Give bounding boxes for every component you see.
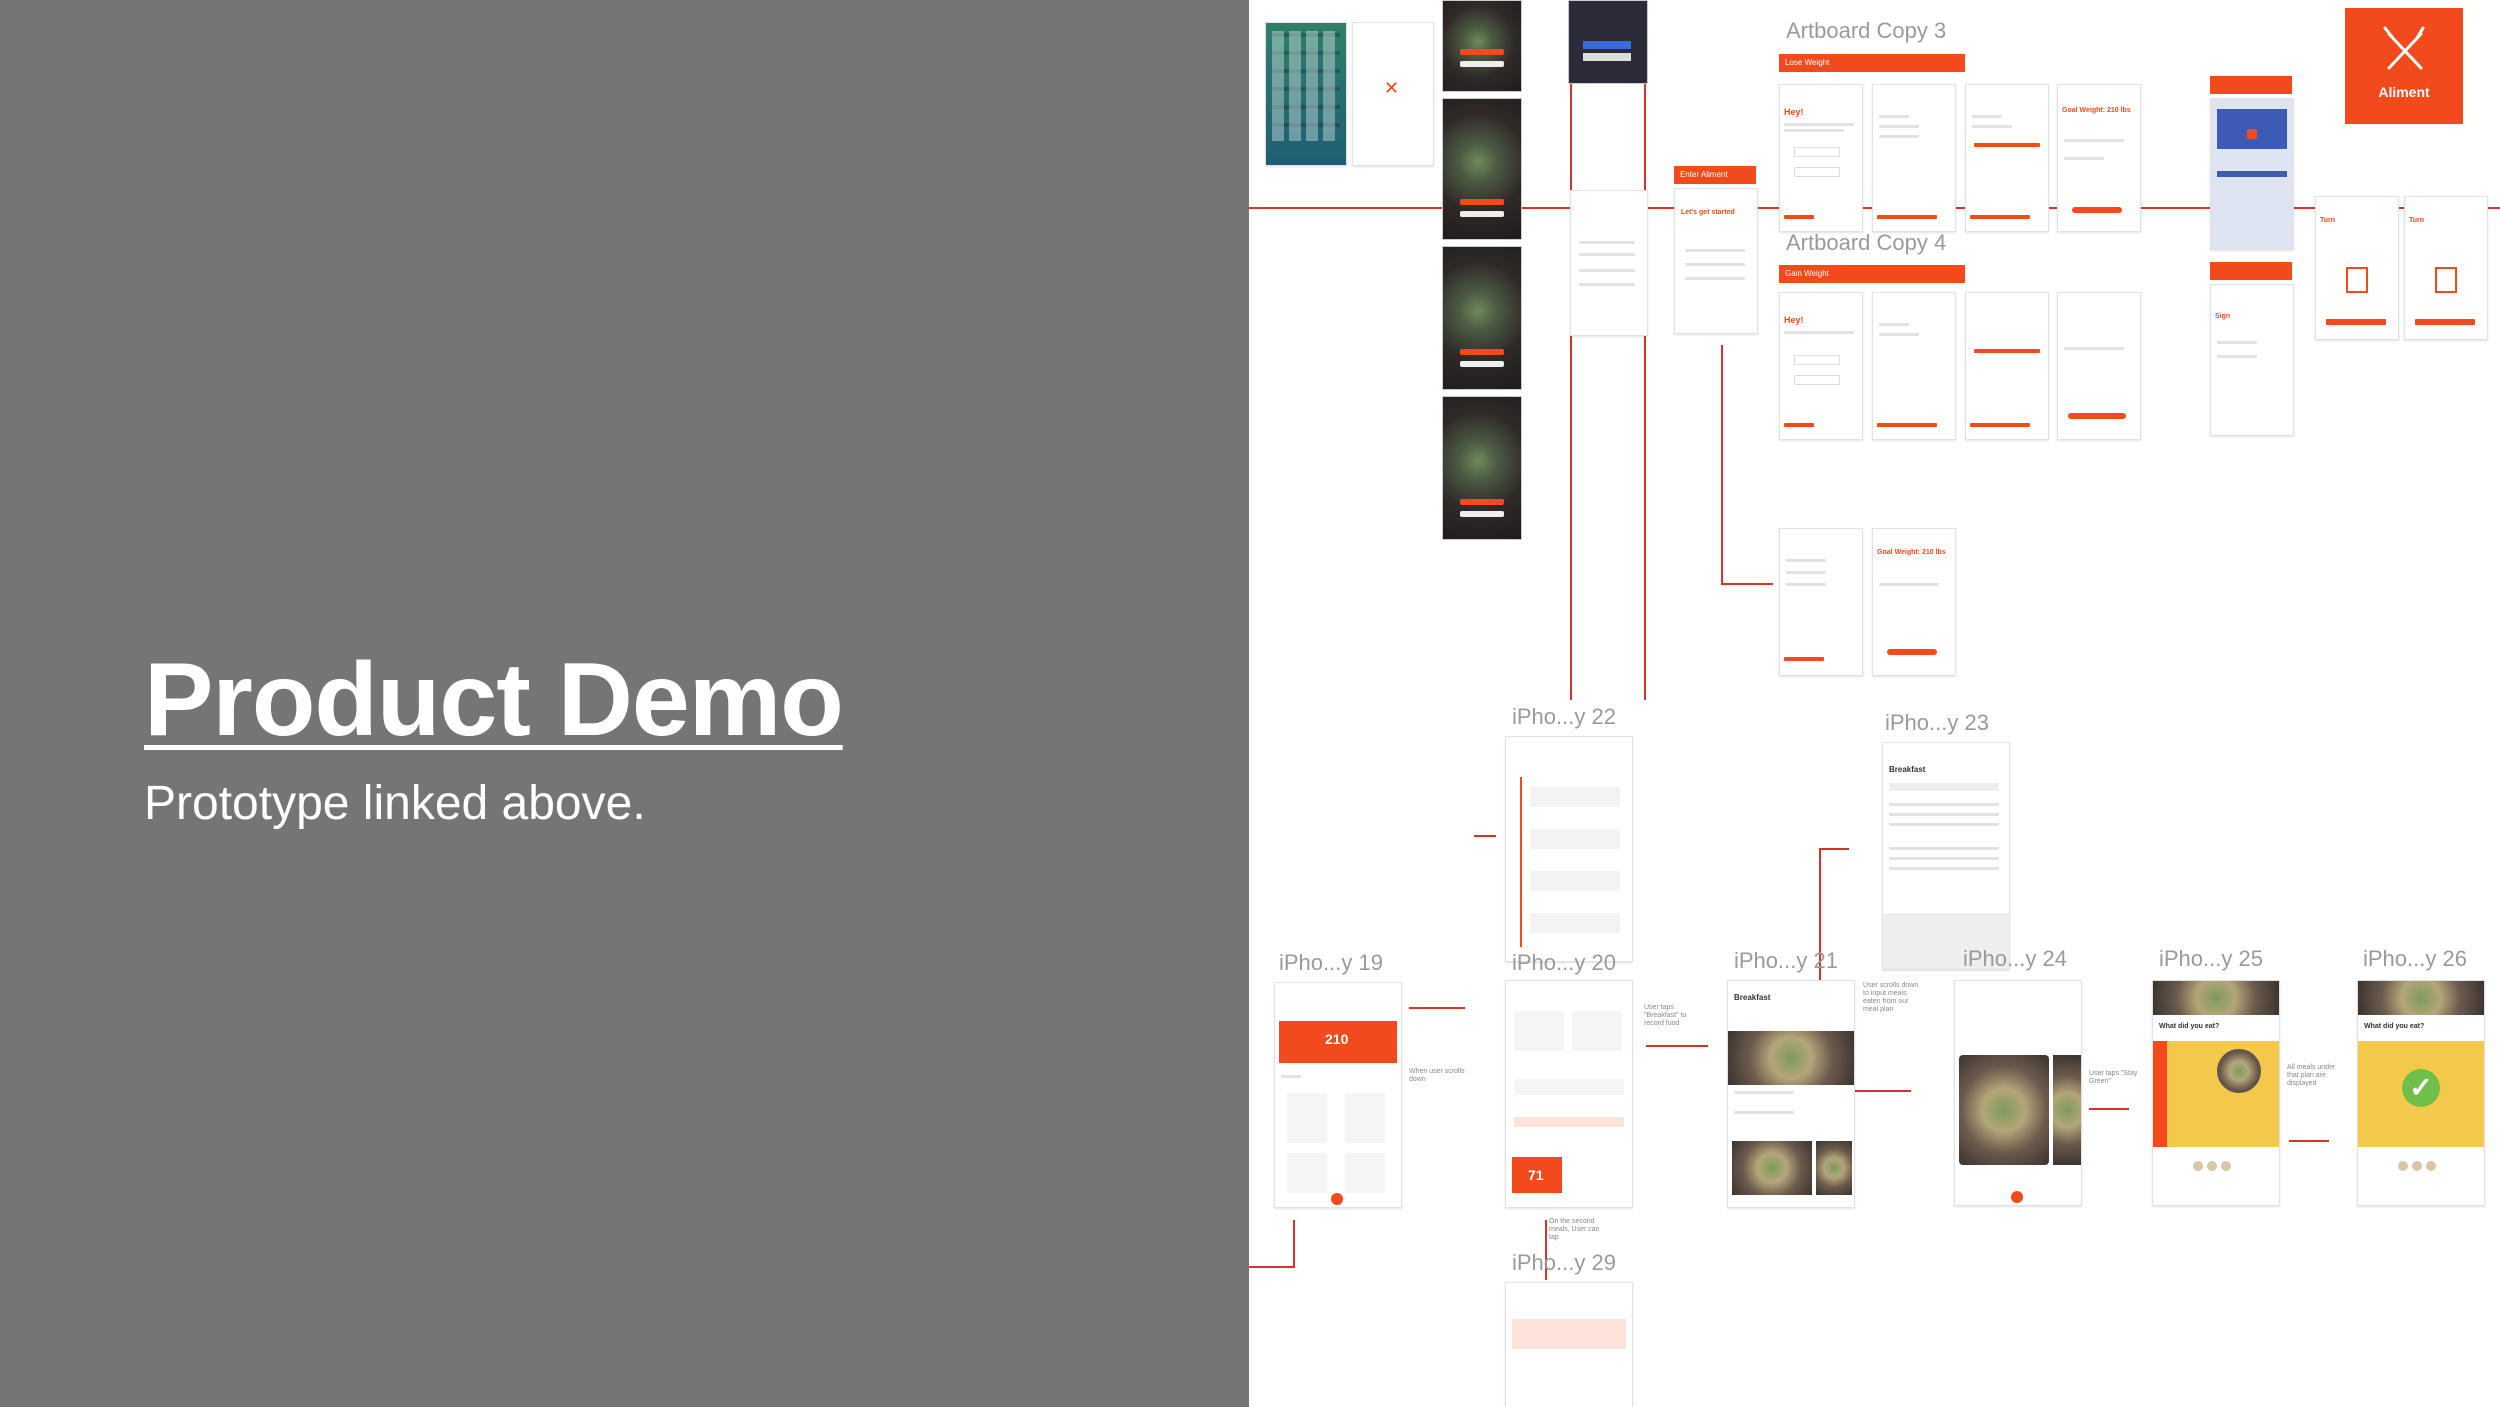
- flow-label-email: [2210, 262, 2292, 280]
- flow-guide-line: [1644, 0, 1646, 700]
- artboard-meal-entry[interactable]: 71: [1505, 980, 1633, 1208]
- flow-guide-line: [1570, 0, 1572, 700]
- artboard-meal-plan-list[interactable]: [1505, 736, 1633, 962]
- flow-annotation: User scrolls down to input meals eaten f…: [1863, 982, 1919, 1013]
- score-value: 71: [1528, 1167, 1544, 1183]
- artboard-iphone-29[interactable]: [1505, 1282, 1633, 1407]
- artboard-onboarding-photo-2[interactable]: [1442, 98, 1522, 240]
- artboard-label: iPho...y 21: [1734, 948, 1838, 973]
- breakfast-text: Breakfast: [1734, 993, 1771, 1002]
- artboard-label: iPho...y 29: [1512, 1250, 1616, 1275]
- artboard-lose-weight-2[interactable]: [1872, 84, 1956, 232]
- artboard-label: iPho...y 22: [1512, 704, 1616, 729]
- flow-label-gain-weight: Gain Weight: [1779, 265, 1965, 283]
- flow-guide-line: [1721, 583, 1773, 585]
- artboard-label: iPho...y 19: [1279, 950, 1383, 975]
- artboard-gain-weight-1[interactable]: Hey!: [1779, 292, 1863, 440]
- artboard-label: iPho...y 26: [2363, 946, 2467, 971]
- artboard-lose-weight-1[interactable]: Hey!: [1779, 84, 1863, 232]
- artboard-label: iPho...y 24: [1963, 946, 2067, 971]
- logo-text: Aliment: [2378, 84, 2430, 100]
- flow-guide-line: [1646, 1045, 1708, 1047]
- artboard-lose-weight-goal[interactable]: Goal Weight: 210 lbs: [2057, 84, 2141, 232]
- what-did-you-eat-text: What did you eat?: [2364, 1023, 2425, 1030]
- artboard-onboarding-photo-3[interactable]: [1442, 246, 1522, 390]
- artboard-breakfast-detail[interactable]: Breakfast: [1727, 980, 1855, 1208]
- artboard-label: Artboard Copy 4: [1786, 230, 1947, 255]
- flow-guide-line: [1249, 1266, 1295, 1268]
- artboard-label: iPho...y 23: [1885, 710, 1989, 735]
- artboard-gain-weight-goal[interactable]: [2057, 292, 2141, 440]
- flow-guide-line: [1293, 1220, 1295, 1268]
- hey-text: Hey!: [1784, 315, 1804, 325]
- artboard-enter-aliment[interactable]: Let's get started: [1674, 188, 1758, 334]
- prototype-canvas[interactable]: ✕ Enter Aliment Let's get started Artboa…: [1249, 0, 2500, 1407]
- artboard-weight-input[interactable]: [1779, 528, 1863, 676]
- artboard-label: iPho...y 25: [2159, 946, 2263, 971]
- artboard-gain-weight-3[interactable]: [1965, 292, 2049, 440]
- slide-title: Product Demo: [144, 642, 844, 758]
- aliment-logo: Aliment: [2345, 8, 2463, 124]
- flow-annotation: All meals under that plan are displayed: [2287, 1064, 2336, 1087]
- artboard-signup-top[interactable]: [1568, 0, 1648, 84]
- flow-guide-line: [1819, 848, 1849, 850]
- flow-annotation: User taps "Stay Green": [2089, 1070, 2138, 1085]
- artboard-what-did-you-eat[interactable]: What did you eat?: [2152, 980, 2280, 1206]
- flow-guide-line: [1474, 835, 1496, 837]
- artboard-home-screen[interactable]: [1265, 22, 1347, 166]
- artboard-gain-weight-2[interactable]: [1872, 292, 1956, 440]
- artboard-email-signup[interactable]: Sign: [2210, 284, 2294, 436]
- today-value: 210: [1325, 1031, 1349, 1047]
- artboard-label: Artboard Copy 3: [1786, 18, 1947, 43]
- fork-knife-icon: [2383, 26, 2425, 70]
- artboard-goal-weight-2[interactable]: Goal Weight: 210 lbs: [1872, 528, 1956, 676]
- artboard-list[interactable]: [1570, 190, 1648, 336]
- artboard-onboarding-photo-1[interactable]: [1442, 0, 1522, 92]
- artboard-today-dashboard[interactable]: 210: [1274, 982, 1402, 1208]
- artboard-onboarding-photo-4[interactable]: [1442, 396, 1522, 540]
- checkmark-icon: ✓: [2402, 1069, 2440, 1107]
- artboard-meal-photo[interactable]: [1954, 980, 2082, 1206]
- flow-guide-line: [1819, 850, 1821, 1000]
- goal-weight-text: Goal Weight: 210 lbs: [1877, 549, 1946, 556]
- lets-get-started-text: Let's get started: [1681, 209, 1735, 216]
- flow-guide-line: [2289, 1140, 2329, 1142]
- goal-weight-text: Goal Weight: 210 lbs: [2062, 107, 2131, 114]
- artboard-facebook-signup[interactable]: [2210, 98, 2294, 250]
- fork-knife-icon: ✕: [1384, 78, 1400, 98]
- flow-label-enter-aliment: Enter Aliment: [1674, 166, 1756, 184]
- slide-subtitle: Prototype linked above.: [144, 777, 646, 830]
- what-did-you-eat-text: What did you eat?: [2159, 1023, 2220, 1030]
- slide-left-panel: Product Demo Prototype linked above.: [0, 0, 1249, 1407]
- artboard-lose-weight-3[interactable]: [1965, 84, 2049, 232]
- artboard-meal-confirmed[interactable]: What did you eat? ✓: [2357, 980, 2485, 1206]
- artboard-notifications-2[interactable]: Turn: [2404, 196, 2488, 340]
- flow-annotation: When user scrolls down: [1409, 1068, 1465, 1083]
- flow-guide-line: [1851, 1090, 1911, 1092]
- flow-annotation: On the second meals, User can tap: [1549, 1218, 1600, 1241]
- artboard-label: iPho...y 20: [1512, 950, 1616, 975]
- breakfast-text: Breakfast: [1889, 765, 1926, 774]
- flow-guide-line: [2089, 1108, 2129, 1110]
- flow-label-lose-weight: Lose Weight: [1779, 54, 1965, 72]
- hey-text: Hey!: [1784, 107, 1804, 117]
- artboard-notifications-1[interactable]: Turn: [2315, 196, 2399, 340]
- flow-guide-line: [1721, 345, 1723, 585]
- artboard-breakfast-search[interactable]: Breakfast: [1882, 742, 2010, 970]
- flow-annotation: User taps "Breakfast" to record food: [1644, 1004, 1687, 1027]
- flow-guide-line: [1409, 1007, 1465, 1009]
- flow-label-facebook: [2210, 76, 2292, 94]
- artboard-splash[interactable]: ✕: [1352, 22, 1434, 166]
